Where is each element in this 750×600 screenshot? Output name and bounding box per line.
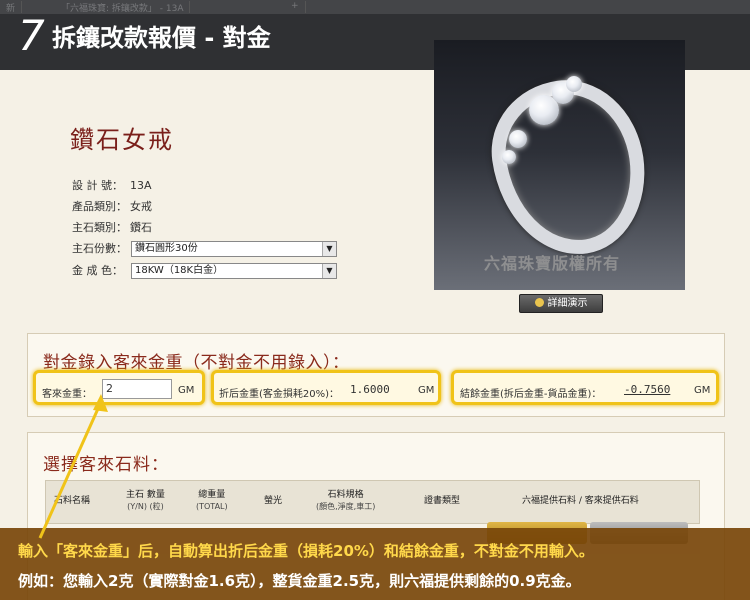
customer-weight-label: 客來金重： (42, 389, 92, 400)
col-stone-provider: 六福提供石料 / 客來提供石料 (522, 496, 639, 506)
after-loss-value: 1.6000 (350, 383, 390, 396)
balance-weight-box: 結餘金重(拆后金重-貨品金重)： -0.7560 GM (451, 370, 719, 405)
customer-weight-box: 客來金重： 2 GM (33, 370, 205, 405)
spec-key: 金 成 色： (72, 264, 123, 277)
spec-row-stone-type: 主石類別： 鑽石 (72, 219, 152, 237)
customer-weight-unit: GM (178, 385, 195, 396)
stone-count-select[interactable]: 鑽石圓形30份 ▼ (131, 241, 337, 257)
side-diamond-icon (509, 130, 527, 148)
spec-key: 主石份數： (72, 242, 127, 255)
spec-row-category: 產品類別： 女戒 (72, 198, 152, 216)
chevron-down-icon[interactable]: ▼ (322, 242, 336, 256)
col-stone-spec: 石料規格 (顏色,淨度,車工) (316, 490, 376, 511)
gold-color-select[interactable]: 18KW（18K白金） ▼ (131, 263, 337, 279)
spec-row-gold-color: 金 成 色： (72, 262, 130, 280)
browser-tab-strip: 新 「六福珠寶: 拆鑲改款」 - 13A + (0, 0, 750, 14)
caption-line-2: 例如：您輸入2克（實際對金1.6克），整貨金重2.5克，則六福提供剩餘的0.9克… (18, 572, 581, 590)
stone-count-value: 鑽石圓形30份 (135, 243, 198, 254)
spec-key: 主石類別： (72, 221, 127, 234)
product-title: 鑽石女戒 (70, 126, 174, 154)
caption-line-1: 輸入「客來金重」后，自動算出折后金重（損耗20%）和結餘金重，不對金不用輸入。 (18, 542, 594, 560)
photo-watermark: 六福珠寶版權所有 (484, 254, 621, 273)
side-diamond-icon (566, 76, 582, 92)
product-photo: 六福珠寶版權所有 (434, 40, 685, 290)
gold-color-value: 18KW（18K白金） (135, 265, 224, 276)
col-stone-name: 石料名稱 (54, 496, 91, 506)
spec-key: 設 計 號： (72, 179, 123, 192)
step-title: 拆鑲改款報價 - 對金 (52, 24, 271, 52)
play-icon (534, 298, 544, 307)
spec-row-stone-count: 主石份數： (72, 240, 130, 258)
spec-value: 女戒 (130, 200, 152, 213)
spec-value: 13A (130, 179, 152, 192)
detail-demo-button[interactable]: 詳細演示 (519, 294, 603, 313)
col-fluorescence: 螢光 (264, 496, 283, 506)
spec-row-design-no: 設 計 號： 13A (72, 177, 152, 195)
spec-key: 產品類別： (72, 200, 127, 213)
browser-tab-current[interactable]: 「六福珠寶: 拆鑲改款」 - 13A (55, 1, 191, 14)
col-main-qty: 主石 數量 (Y/N) (粒) (126, 490, 165, 511)
stone-table-header: 石料名稱 主石 數量 (Y/N) (粒) 總重量 (TOTAL) 螢光 石料規格 (顏… (45, 480, 700, 524)
page: 新 「六福珠寶: 拆鑲改款」 - 13A + 7 拆鑲改款報價 - 對金 鑽石女… (0, 0, 750, 600)
balance-label: 結餘金重(拆后金重-貨品金重)： (460, 389, 602, 400)
instruction-caption: 輸入「客來金重」后，自動算出折后金重（損耗20%）和結餘金重，不對金不用輸入。 … (0, 528, 750, 600)
customer-weight-input[interactable]: 2 (102, 379, 172, 399)
after-loss-weight-box: 折后金重(客金損耗20%)： 1.6000 GM (211, 370, 441, 405)
browser-tab-add[interactable]: + (285, 1, 306, 13)
col-total-weight: 總重量 (TOTAL) (196, 490, 228, 511)
step-number: 7 (18, 11, 45, 60)
balance-unit: GM (694, 385, 711, 396)
spec-value: 鑽石 (130, 221, 152, 234)
balance-value: -0.7560 (624, 383, 671, 396)
stone-section-title: 選擇客來石料： (43, 455, 169, 475)
after-loss-label: 折后金重(客金損耗20%)： (219, 389, 340, 400)
chevron-down-icon[interactable]: ▼ (322, 264, 336, 278)
side-diamond-icon (502, 150, 516, 164)
detail-demo-label: 詳細演示 (547, 298, 588, 309)
col-certificate: 證書類型 (424, 496, 461, 506)
after-loss-unit: GM (418, 385, 435, 396)
